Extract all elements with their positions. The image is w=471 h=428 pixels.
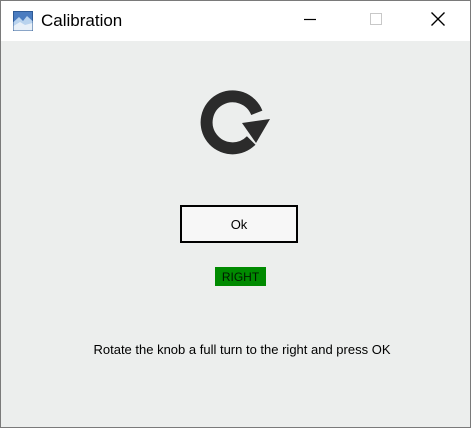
rotate-clockwise-icon [187,81,277,161]
status-badge: RIGHT [215,267,266,286]
ok-button[interactable]: Ok [180,205,298,243]
close-icon [430,11,446,32]
title-bar[interactable]: Calibration [1,1,470,41]
app-icon [13,11,33,31]
instruction-text: Rotate the knob a full turn to the right… [93,342,391,357]
close-button[interactable] [415,1,461,41]
maximize-icon [369,12,383,31]
dialog-content: Ok RIGHT Rotate the knob a full turn to … [1,41,470,427]
window-title: Calibration [41,11,123,30]
minimize-icon [303,12,317,31]
maximize-button[interactable] [353,1,399,41]
calibration-window: Calibration Ok RIGHT Rotate the knob a f… [0,0,471,428]
minimize-button[interactable] [287,1,333,41]
